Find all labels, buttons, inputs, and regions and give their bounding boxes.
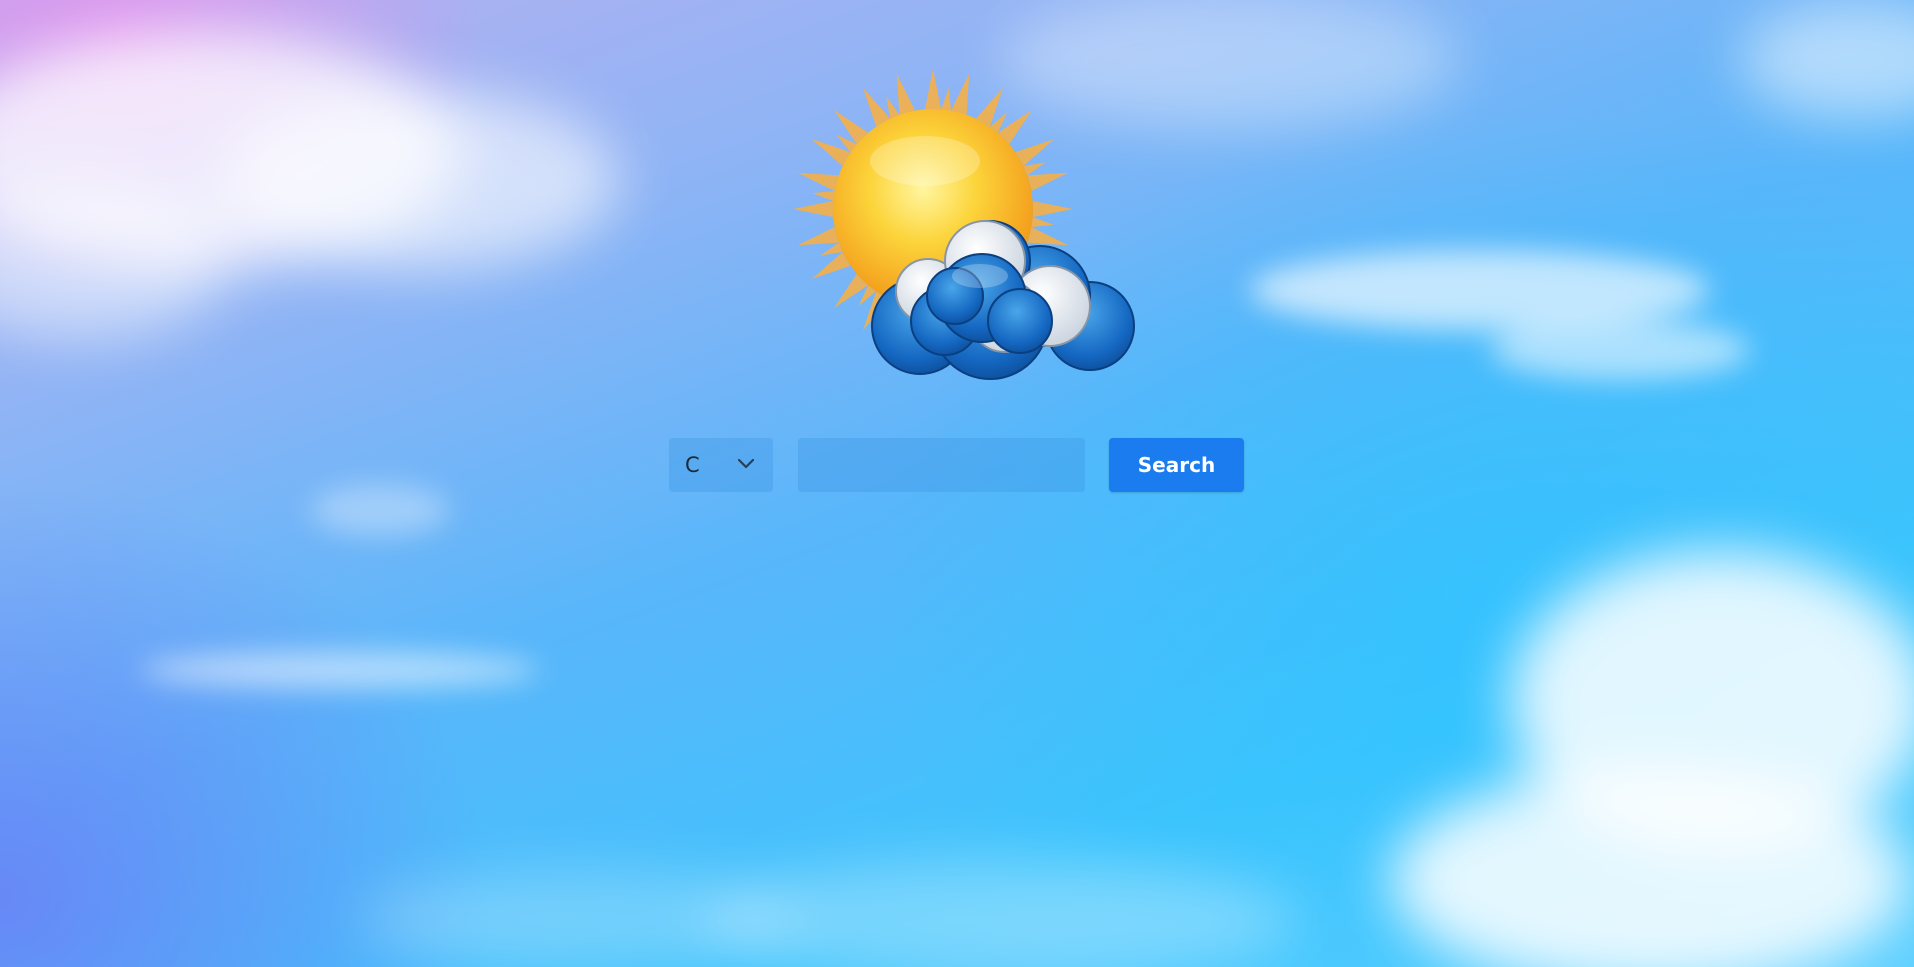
unit-select[interactable]: C	[669, 438, 773, 492]
chevron-down-icon	[737, 458, 755, 469]
sun-behind-cloud-icon	[793, 69, 1135, 380]
unit-select-value: C	[685, 453, 700, 477]
search-button[interactable]: Search	[1109, 438, 1244, 492]
weather-app-page: C Search	[0, 0, 1914, 967]
city-search-input[interactable]	[798, 438, 1085, 492]
search-bar: C Search	[669, 438, 1244, 492]
